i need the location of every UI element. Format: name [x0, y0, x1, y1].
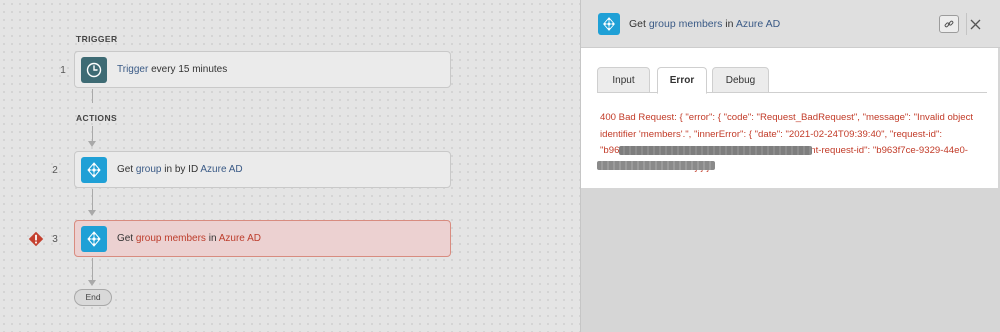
tab-input[interactable]: Input [597, 67, 650, 93]
step-output-card: Input Error Debug 400 Bad Request: { "er… [581, 48, 998, 188]
connector-line [92, 258, 93, 280]
step-label: Get group in by ID Azure AD [117, 164, 243, 175]
redaction-mark [597, 161, 715, 170]
connector-line [92, 126, 93, 141]
step-keyword: group members [135, 233, 206, 244]
step-app: Azure AD [218, 233, 261, 244]
link-icon [944, 20, 954, 28]
connector-arrow [88, 210, 96, 216]
step-prefix: Get [117, 164, 136, 175]
step-get-group-members[interactable]: Get group members in Azure AD [74, 220, 451, 257]
recipe-canvas: TRIGGER 1 Trigger every 15 minutes ACTIO… [0, 0, 580, 332]
step-middle: in by ID [161, 164, 201, 175]
step-detail-panel: Get group members in Azure AD Input Erro… [580, 0, 1000, 332]
tab-error[interactable]: Error [657, 67, 707, 94]
step-trigger[interactable]: Trigger every 15 minutes [74, 51, 451, 88]
azure-ad-icon [598, 12, 620, 35]
step-app: Azure AD [200, 164, 243, 175]
title-middle: in [722, 17, 736, 30]
connector-line [92, 89, 93, 103]
redaction-mark [619, 146, 812, 155]
connector-line [92, 189, 93, 210]
azure-ad-icon [81, 225, 107, 252]
step-number: 2 [52, 165, 58, 176]
step-label: Get group members in Azure AD [117, 233, 261, 244]
step-number: 3 [52, 234, 58, 245]
step-keyword: Trigger [117, 64, 149, 75]
warning-icon [28, 231, 44, 247]
step-get-group[interactable]: Get group in by ID Azure AD [74, 151, 451, 188]
step-number: 1 [60, 65, 66, 76]
step-middle: in [205, 233, 219, 244]
title-keyword: group members [648, 17, 723, 30]
step-rest: every 15 minutes [148, 64, 228, 75]
panel-title: Get group members in Azure AD [629, 18, 780, 30]
actions-heading: ACTIONS [76, 113, 118, 123]
tab-bar: Input Error Debug [597, 67, 987, 94]
copy-link-button[interactable] [939, 15, 959, 33]
connector-arrow [88, 141, 96, 147]
step-label: Trigger every 15 minutes [117, 64, 227, 75]
end-node: End [74, 289, 112, 306]
title-prefix: Get [629, 17, 649, 30]
azure-ad-icon [81, 156, 107, 183]
clock-icon [81, 56, 107, 83]
connector-arrow [88, 280, 96, 286]
step-keyword: group [135, 164, 162, 175]
tab-debug[interactable]: Debug [712, 67, 769, 93]
close-icon [970, 19, 980, 29]
title-app: Azure AD [735, 17, 781, 30]
step-prefix: Get [117, 233, 136, 244]
close-button[interactable] [966, 14, 984, 34]
trigger-heading: TRIGGER [76, 34, 118, 44]
panel-header: Get group members in Azure AD [581, 0, 1000, 48]
